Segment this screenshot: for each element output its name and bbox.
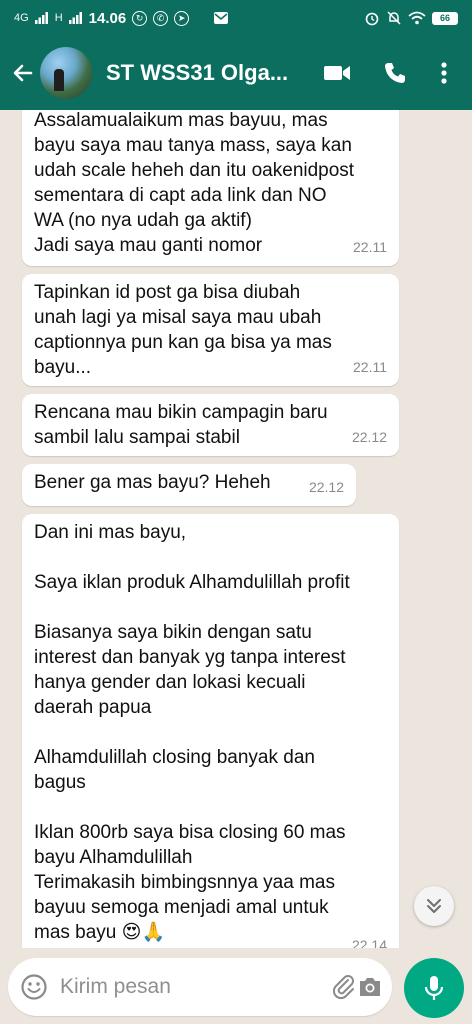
more-vert-icon (441, 62, 447, 84)
sync-icon: ↻ (132, 10, 148, 26)
message-bubble[interactable]: Dan ini mas bayu, Saya iklan produk Alha… (22, 514, 399, 948)
clock: 14.06 (88, 9, 127, 27)
message-line: Saya iklan produk Alhamdulillah profit (34, 572, 350, 593)
back-arrow-icon (13, 64, 33, 82)
message-bubble[interactable]: Bener ga mas bayu? Heheh 22.12 (22, 464, 356, 506)
video-call-button[interactable] (308, 48, 366, 98)
battery-icon: 66 (432, 11, 458, 25)
mail-icon (214, 12, 229, 24)
attach-icon (332, 975, 354, 1000)
message-line: Biasanya saya bikin dengan satu (34, 622, 312, 643)
message-time: 22.12 (308, 479, 344, 495)
message-line: Rencana mau bikin campagin baru (34, 402, 328, 423)
message-time: 22.11 (353, 239, 387, 255)
message-bubble[interactable]: Assalamualaikum mas bayuu, mas bayu saya… (22, 110, 399, 266)
message-line: Tapinkan id post ga bisa diubah (34, 282, 301, 303)
voice-call-button[interactable] (366, 48, 424, 98)
message-line: WA (no nya udah ga aktif) (34, 210, 252, 231)
message-input[interactable] (60, 975, 331, 999)
alarm-icon (365, 12, 379, 26)
message-line: mas bayu 😍🙏 (34, 922, 166, 943)
message-time: 22.14 (351, 937, 387, 948)
camera-button[interactable] (357, 967, 383, 1007)
menu-button[interactable] (424, 48, 464, 98)
mic-icon (424, 976, 444, 1000)
message-line: udah scale heheh dan itu oakenidpost (34, 160, 355, 181)
mute-bell-icon (387, 11, 401, 25)
message-line: sementara di capt ada link dan NO (34, 185, 327, 206)
message-line: Dan ini mas bayu, (34, 522, 187, 543)
attach-button[interactable] (331, 967, 357, 1007)
double-chevron-down-icon (427, 899, 441, 913)
telegram-notif-icon: ➤ (174, 10, 190, 26)
chat-area[interactable]: Assalamualaikum mas bayuu, mas bayu saya… (0, 110, 472, 948)
network-type: 4G (14, 12, 29, 24)
message-line: Terimakasih bimbingsnnya yaa mas (34, 872, 335, 893)
emoji-button[interactable] (20, 972, 48, 1002)
contact-avatar[interactable] (40, 47, 92, 99)
signal-icon (34, 12, 48, 24)
message-line: daerah papua (34, 697, 152, 718)
message-bubble[interactable]: Tapinkan id post ga bisa diubah unah lag… (22, 274, 399, 386)
status-bar: 4G H 14.06 ↻ ✆ ➤ 66 (0, 0, 472, 36)
wifi-icon (408, 11, 426, 25)
signal-type: H (54, 12, 63, 24)
message-time: 22.12 (351, 429, 387, 445)
message-line: sambil lalu sampai stabil (34, 427, 240, 448)
status-right: 66 (364, 10, 458, 26)
scroll-to-bottom-button[interactable] (414, 886, 454, 926)
message-line: bayu saya mau tanya mass, saya kan (34, 135, 352, 156)
message-line: Assalamualaikum mas bayuu, mas (34, 110, 328, 131)
message-line: Jadi saya mau ganti nomor (34, 235, 263, 256)
video-call-icon (324, 66, 350, 80)
voice-record-button[interactable] (404, 958, 464, 1018)
message-line: Iklan 800rb saya bisa closing 60 mas (34, 822, 346, 843)
emoji-icon (21, 974, 47, 1000)
message-line: interest dan banyak yg tanpa interest (34, 647, 346, 668)
whatsapp-notif-icon: ✆ (153, 10, 169, 26)
contact-name[interactable]: ST WSS31 Olga... (106, 60, 308, 86)
chat-header: ST WSS31 Olga... (0, 36, 472, 110)
status-left: 4G H 14.06 ↻ ✆ ➤ (14, 10, 229, 27)
message-line: captionnya pun kan ga bisa ya mas (34, 332, 332, 353)
message-line: bagus (34, 772, 86, 793)
phone-icon (385, 63, 405, 83)
message-line: bayu... (34, 357, 92, 378)
message-line: unah lagi ya misal saya mau ubah (34, 307, 322, 328)
message-line: bayu Alhamdulillah (34, 847, 193, 868)
composer (8, 958, 392, 1016)
message-time: 22.11 (353, 359, 387, 375)
message-line: Bener ga mas bayu? Heheh (34, 472, 271, 493)
signal-icon-2 (68, 12, 82, 24)
message-line: bayuu semoga menjadi amal untuk (34, 897, 329, 918)
camera-icon (360, 978, 380, 996)
message-line: hanya gender dan lokasi kecuali (34, 672, 306, 693)
message-line: Alhamdulillah closing banyak dan (34, 747, 315, 768)
back-button[interactable] (8, 53, 38, 93)
message-bubble[interactable]: Rencana mau bikin campagin baru sambil l… (22, 394, 399, 456)
